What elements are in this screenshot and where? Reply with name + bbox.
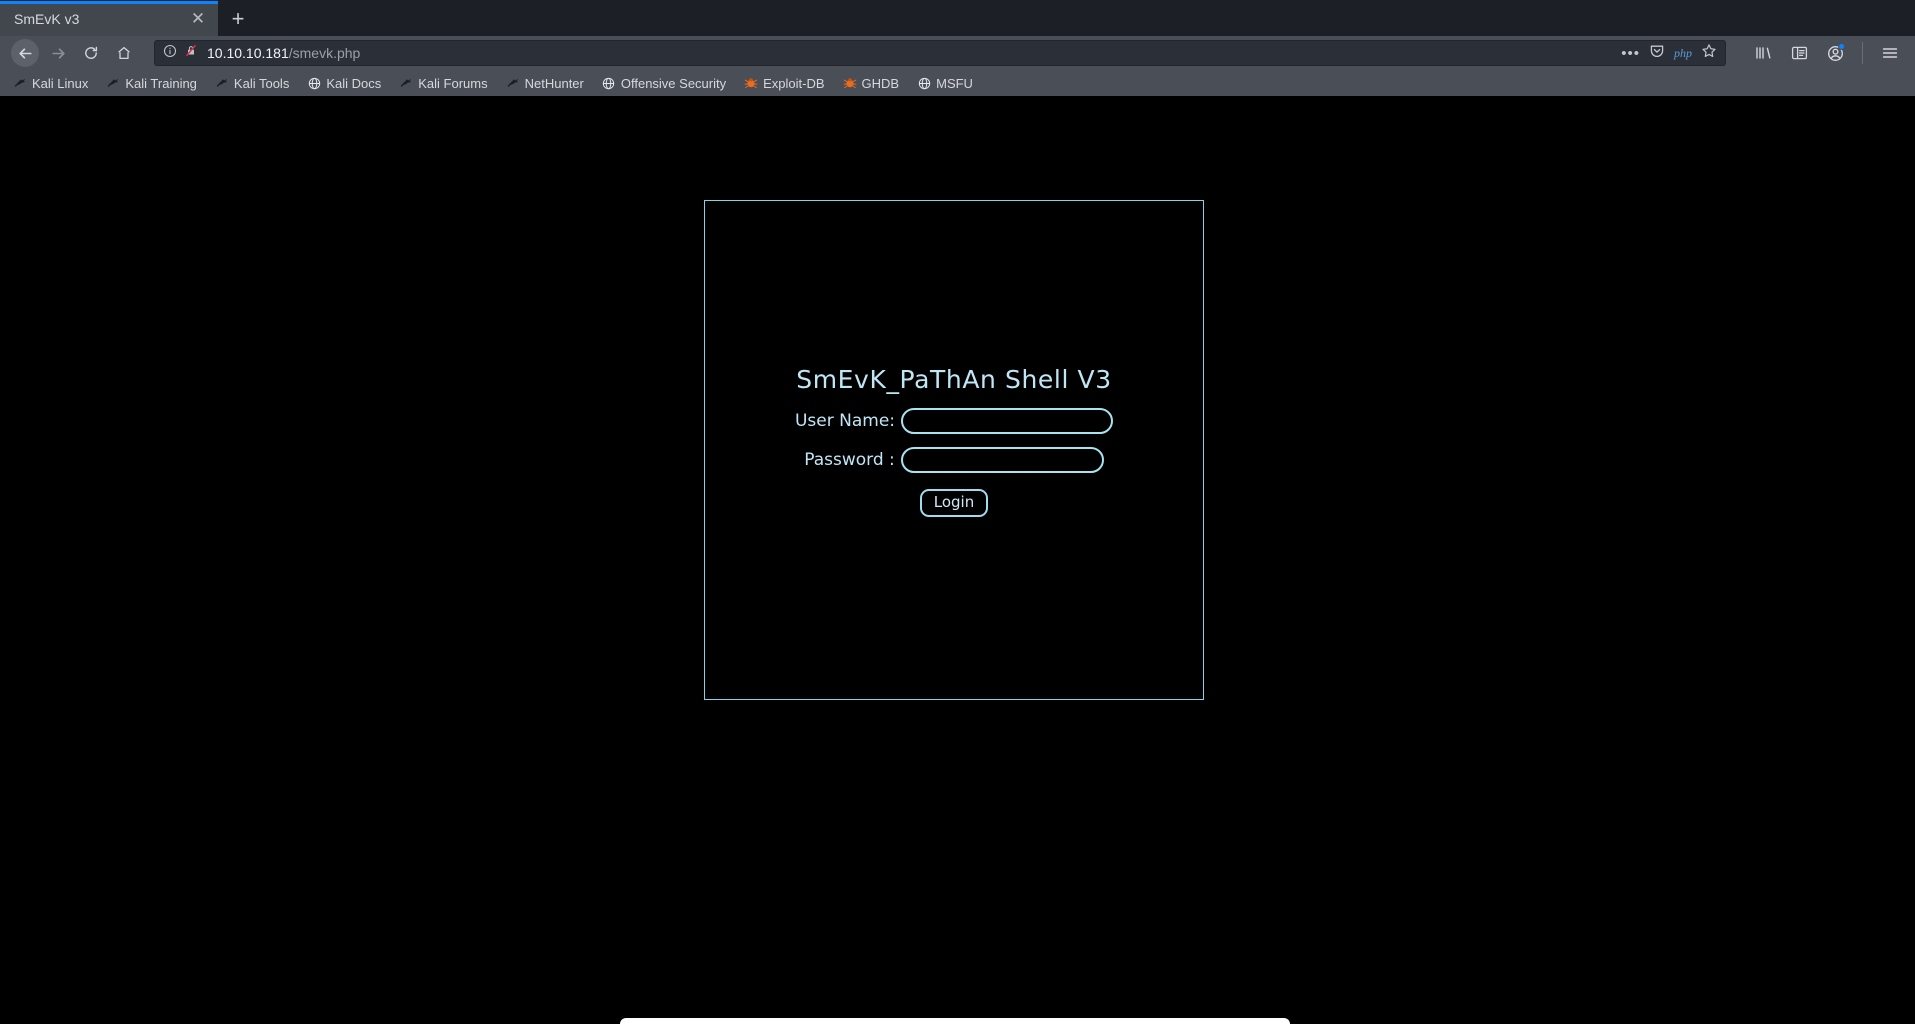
shell-login-panel: SmEvK_PaThAn Shell V3 User Name: Passwor… — [704, 200, 1204, 700]
toolbar-divider — [1862, 42, 1863, 64]
globe-icon — [602, 76, 616, 90]
bookmark-msfu[interactable]: MSFU — [908, 72, 982, 94]
bookmark-label: MSFU — [936, 75, 973, 91]
bookmark-label: Exploit-DB — [763, 75, 825, 91]
bookmark-label: NetHunter — [524, 75, 584, 91]
url-path: /smevk.php — [288, 45, 361, 61]
bookmark-kali-training[interactable]: Kali Training — [97, 72, 206, 94]
back-button[interactable] — [10, 38, 40, 68]
browser-window: SmEvK v3 ✕ + 10.10.10.181/smevk.php ••• … — [0, 0, 1915, 1024]
login-button[interactable]: Login — [919, 489, 989, 517]
close-icon[interactable]: ✕ — [188, 9, 208, 29]
password-row: Password : — [705, 447, 1203, 473]
info-circle-icon[interactable] — [163, 44, 177, 63]
bottom-overlay-strip — [620, 1018, 1290, 1024]
kali-dragon-icon — [106, 76, 120, 90]
home-button[interactable] — [109, 38, 139, 68]
url-text[interactable]: 10.10.10.181/smevk.php — [207, 45, 1617, 61]
globe-icon — [307, 76, 321, 90]
bookmark-kali-forums[interactable]: Kali Forums — [390, 72, 496, 94]
bookmark-label: GHDB — [861, 75, 900, 91]
bookmark-kali-linux[interactable]: Kali Linux — [4, 72, 97, 94]
shell-banner-image — [705, 201, 1203, 349]
bookmark-label: Kali Docs — [326, 75, 382, 91]
login-row: Login — [705, 489, 1203, 517]
bookmark-offensive-security[interactable]: Offensive Security — [593, 72, 735, 94]
account-notification-dot — [1838, 43, 1845, 50]
globe-icon — [917, 76, 931, 90]
php-badge[interactable]: php — [1674, 46, 1692, 61]
hamburger-menu-icon[interactable] — [1875, 38, 1905, 68]
broken-padlock-icon[interactable] — [184, 43, 198, 63]
bookmark-exploit-db[interactable]: Exploit-DB — [735, 72, 833, 94]
username-label: User Name: — [794, 411, 896, 431]
tab-strip: SmEvK v3 ✕ + — [0, 0, 1915, 36]
kali-dragon-icon — [399, 76, 413, 90]
new-tab-button[interactable]: + — [218, 1, 258, 36]
url-host: 10.10.10.181 — [207, 45, 289, 61]
reload-button[interactable] — [76, 38, 106, 68]
bookmark-label: Kali Tools — [233, 75, 290, 91]
bookmark-kali-tools[interactable]: Kali Tools — [206, 72, 298, 94]
toolbar-right-group — [1734, 38, 1905, 68]
address-bar[interactable]: 10.10.10.181/smevk.php ••• php — [154, 40, 1726, 66]
kali-dragon-icon — [215, 76, 229, 90]
forward-button[interactable] — [43, 38, 73, 68]
library-icon[interactable] — [1748, 38, 1778, 68]
bookmark-label: Kali Forums — [418, 75, 488, 91]
page-actions-icon[interactable]: ••• — [1621, 46, 1640, 61]
bookmark-ghdb[interactable]: GHDB — [834, 72, 909, 94]
bookmark-label: Kali Linux — [32, 75, 89, 91]
bookmark-nethunter[interactable]: NetHunter — [497, 72, 593, 94]
bookmarks-bar: Kali Linux Kali Training Kali Tools Kali… — [0, 70, 1915, 96]
sidebar-icon[interactable] — [1784, 38, 1814, 68]
bookmark-label: Kali Training — [125, 75, 197, 91]
navigation-toolbar: 10.10.10.181/smevk.php ••• php — [0, 36, 1915, 70]
star-icon[interactable] — [1701, 43, 1717, 64]
pocket-icon[interactable] — [1649, 43, 1665, 64]
bug-icon — [744, 76, 758, 90]
kali-dragon-icon — [506, 76, 520, 90]
username-input[interactable] — [901, 408, 1114, 434]
bookmark-kali-docs[interactable]: Kali Docs — [298, 72, 390, 94]
page-viewport: SmEvK_PaThAn Shell V3 User Name: Passwor… — [0, 100, 1915, 1024]
tab-smevk[interactable]: SmEvK v3 ✕ — [0, 1, 218, 36]
bookmark-label: Offensive Security — [620, 75, 727, 91]
password-input[interactable] — [900, 447, 1104, 473]
tab-title: SmEvK v3 — [14, 10, 80, 27]
username-row: User Name: — [705, 408, 1203, 434]
account-icon[interactable] — [1820, 38, 1850, 68]
page-title: SmEvK_PaThAn Shell V3 — [796, 365, 1112, 394]
kali-dragon-icon — [13, 76, 27, 90]
bug-icon — [843, 76, 857, 90]
password-label: Password : — [804, 450, 895, 470]
